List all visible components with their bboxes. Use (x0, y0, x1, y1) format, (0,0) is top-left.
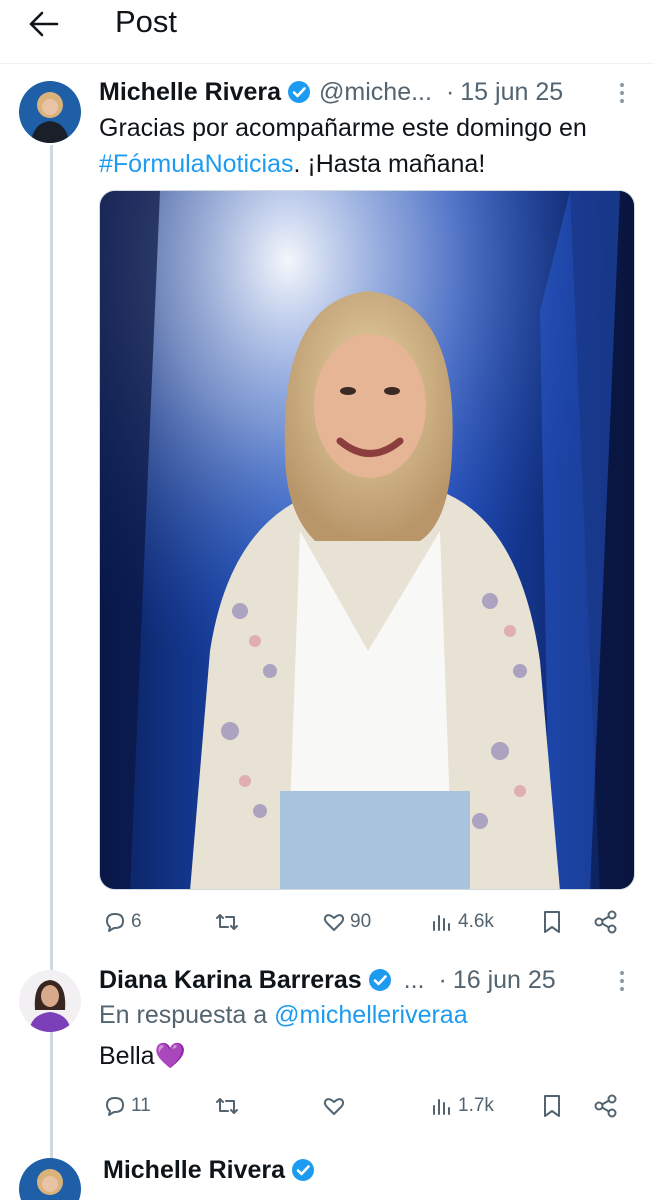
more-vertical-icon (619, 970, 625, 992)
top-bar: Post (0, 0, 654, 64)
reply-count: 6 (131, 911, 142, 932)
bar-chart-icon (430, 1094, 454, 1118)
page-title: Post (115, 4, 178, 39)
repost-button[interactable] (214, 1086, 244, 1126)
tweet-header: Michelle Rivera (103, 1152, 315, 1188)
tweet-text-part: . ¡Hasta mañana! (293, 150, 486, 178)
views-button[interactable]: 4.6k (430, 902, 494, 942)
reply-context: En respuesta a @michelleriveraa (99, 1001, 468, 1030)
like-button[interactable] (322, 1086, 350, 1126)
share-icon (593, 1093, 619, 1119)
share-button[interactable] (593, 902, 619, 942)
post-date[interactable]: 15 jun 25 (460, 78, 563, 107)
author-handle[interactable]: @miche... (319, 78, 432, 107)
bookmark-icon (541, 1094, 563, 1118)
author-name[interactable]: Michelle Rivera (99, 78, 281, 107)
avatar[interactable] (19, 970, 81, 1032)
views-button[interactable]: 1.7k (430, 1086, 494, 1126)
bookmark-icon (541, 910, 563, 934)
verified-badge-icon (291, 1158, 315, 1182)
avatar[interactable] (19, 1158, 81, 1200)
tweet-text-part: Gracias por acompañarme este domingo en (99, 114, 587, 142)
heart-icon (322, 1094, 346, 1118)
reply-icon (103, 1094, 127, 1118)
share-icon (593, 909, 619, 935)
separator-dot: · (445, 77, 455, 106)
avatar[interactable] (19, 81, 81, 143)
more-vertical-icon (619, 82, 625, 104)
repost-icon (214, 910, 240, 934)
view-count: 4.6k (458, 911, 494, 932)
post-actions: 6 90 4.6k (99, 902, 639, 942)
heart-icon (322, 910, 346, 934)
more-options-button[interactable] (612, 78, 632, 108)
reply-count: 11 (131, 1095, 151, 1116)
verified-badge-icon (368, 968, 392, 992)
tweet-header: Michelle Rivera @miche... · 15 jun 25 (99, 74, 563, 110)
reply-icon (103, 910, 127, 934)
author-handle[interactable]: ... (404, 966, 425, 995)
mention-link[interactable]: @michelleriveraa (274, 1001, 468, 1029)
repost-icon (214, 1094, 240, 1118)
like-count: 90 (350, 911, 372, 932)
verified-badge-icon (287, 80, 311, 104)
back-button[interactable] (24, 6, 64, 42)
bookmark-button[interactable] (541, 902, 563, 942)
view-count: 1.7k (458, 1095, 494, 1116)
reply-prefix: En respuesta a (99, 1001, 275, 1029)
author-name[interactable]: Michelle Rivera (103, 1156, 285, 1185)
separator-dot: · (438, 965, 447, 994)
more-options-button[interactable] (612, 966, 632, 996)
bar-chart-icon (430, 910, 454, 934)
bookmark-button[interactable] (541, 1086, 563, 1126)
post-date[interactable]: 16 jun 25 (453, 966, 556, 995)
repost-button[interactable] (214, 902, 244, 942)
reply-button[interactable]: 6 (103, 902, 142, 942)
like-button[interactable]: 90 (322, 902, 371, 942)
post-actions: 11 1.7k (99, 1086, 639, 1126)
post-image[interactable] (99, 190, 635, 890)
tweet-text: Bella💜 (99, 1042, 186, 1070)
author-name[interactable]: Diana Karina Barreras (99, 966, 362, 995)
reply-button[interactable]: 11 (103, 1086, 151, 1126)
arrow-left-icon (29, 11, 59, 37)
tweet-text: Gracias por acompañarme este domingo en … (99, 110, 629, 182)
tweet-header: Diana Karina Barreras ... · 16 jun 25 (99, 962, 556, 998)
hashtag-link[interactable]: #FórmulaNoticias (99, 150, 294, 178)
share-button[interactable] (593, 1086, 619, 1126)
